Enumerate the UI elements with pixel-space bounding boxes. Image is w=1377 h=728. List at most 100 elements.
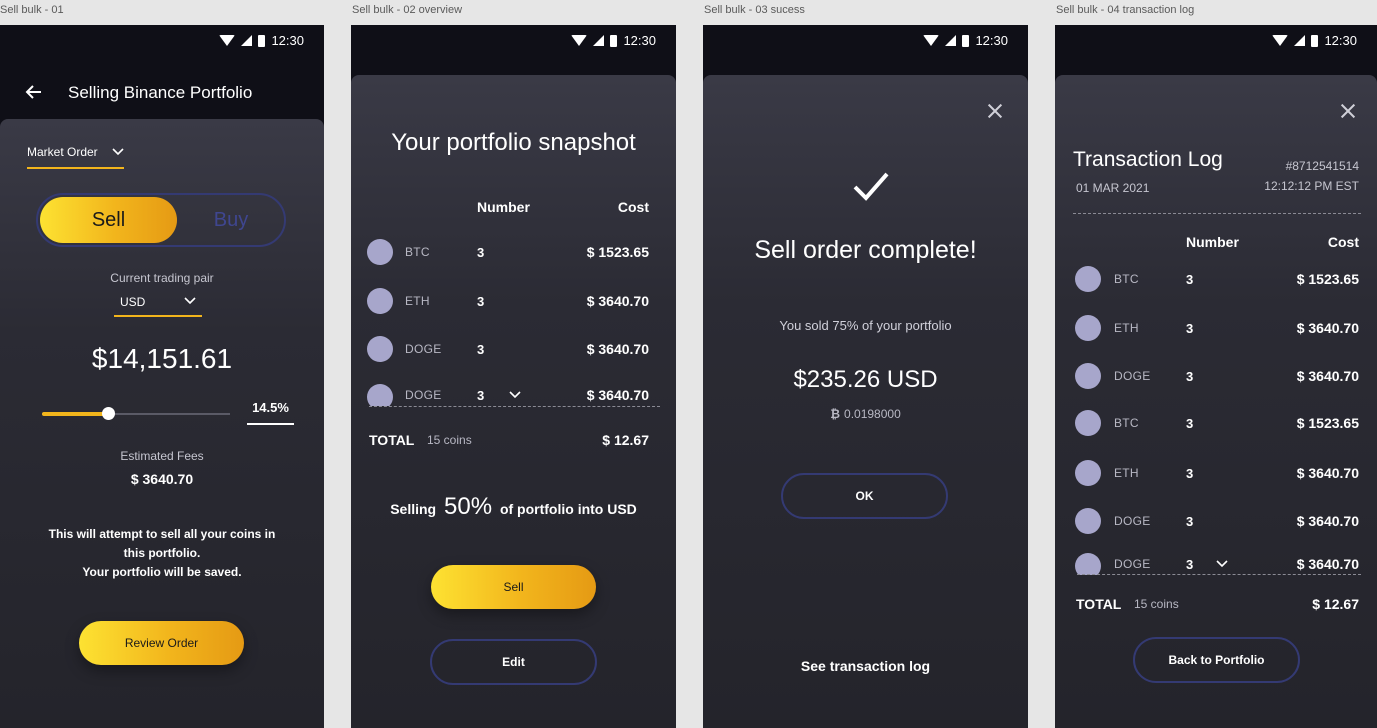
coin-symbol: DOGE [1114,514,1151,528]
list-item: DOGE 3 $ 3640.70 [1055,553,1377,575]
coin-cost: $ 3640.70 [586,293,649,309]
coin-symbol: DOGE [1114,557,1151,571]
close-icon[interactable] [1341,104,1355,118]
coin-icon [367,384,393,406]
edit-button[interactable]: Edit [430,639,597,685]
coin-symbol: BTC [405,245,430,259]
frame-label-4: Sell bulk - 04 transaction log [1056,4,1195,16]
coin-icon [1075,553,1101,575]
total-label: TOTAL [369,432,415,448]
list-item: BTC 3 $ 1523.65 [1055,410,1377,436]
chevron-down-icon[interactable] [509,391,521,399]
coin-cost: $ 3640.70 [1296,465,1359,481]
buy-toggle-button[interactable]: Buy [178,197,284,243]
selling-prefix: Selling [390,501,437,517]
battery-icon [258,34,266,47]
list-item: ETH 3 $ 3640.70 [1055,315,1377,341]
total-coins: 15 coins [427,433,472,447]
sold-text: You sold 75% of your portfolio [779,318,952,333]
signal-icon [1294,35,1306,46]
wifi-icon [923,35,940,46]
coin-number: 3 [1186,368,1194,384]
selling-suffix: of portfolio into USD [499,501,637,517]
coin-symbol: BTC [1114,272,1139,286]
frame-label-3: Sell bulk - 03 sucess [704,4,805,16]
signal-icon [241,35,253,46]
total-label: TOTAL [1076,596,1122,612]
order-type-dropdown[interactable]: Market Order [27,143,124,169]
fees-value: $ 3640.70 [130,471,194,487]
sell-amount: $14,151.61 [91,343,233,374]
sell-button[interactable]: Sell [431,565,596,609]
percent-slider[interactable] [42,407,230,421]
checkmark-icon [853,172,889,201]
review-order-button[interactable]: Review Order [79,621,244,665]
coin-icon [1075,363,1101,389]
chevron-down-icon[interactable] [1216,560,1228,568]
warning-text: This will attempt to sell all your coins… [0,525,324,582]
selling-percent: 50% [444,493,493,520]
trading-pair-value: USD [120,295,146,309]
page-title: Your portfolio snapshot [391,129,636,156]
success-sheet: Sell order complete! You sold 75% of you… [703,75,1028,728]
coin-symbol: DOGE [1114,369,1151,383]
status-time: 12:30 [975,33,1008,48]
trading-pair-dropdown[interactable]: USD [114,293,202,317]
warning-line-2: this portfolio. [123,546,201,560]
ok-button[interactable]: OK [781,473,948,519]
sell-toggle-label: Sell [91,208,126,231]
column-header-cost: Cost [617,199,649,215]
screen-sell-bulk-04: 12:30 Transaction Log #8712541514 01 MAR… [1055,25,1377,728]
status-bar: 12:30 [1272,33,1357,48]
screen-sell-bulk-02: 12:30 Your portfolio snapshot Number Cos… [351,25,676,728]
close-icon[interactable] [988,104,1002,118]
total-value: $ 12.67 [602,432,649,448]
coin-symbol: ETH [1114,321,1139,335]
signal-icon [945,35,957,46]
coin-icon [1075,410,1101,436]
back-to-portfolio-button[interactable]: Back to Portfolio [1133,637,1300,683]
page-title: Selling Binance Portfolio [68,83,253,102]
status-time: 12:30 [1324,33,1357,48]
chevron-down-icon [184,297,196,305]
coin-number: 3 [1186,415,1194,431]
btc-amount-line: ₿ 0.0198000 [703,407,1028,421]
column-header-number: Number [1186,234,1239,250]
column-header-number: Number [477,199,530,215]
screen-sell-bulk-03: 12:30 Sell order complete! You sold 75% … [703,25,1028,728]
chevron-down-icon [112,148,124,156]
list-item: DOGE 3 $ 3640.70 [1055,508,1377,534]
back-arrow-icon[interactable] [24,82,44,102]
coin-number: 3 [1186,556,1194,572]
page-title: Sell order complete! [754,236,977,264]
total-coins: 15 coins [1134,597,1179,611]
coin-symbol: ETH [1114,466,1139,480]
status-time: 12:30 [271,33,304,48]
list-item: DOGE 3 $ 3640.70 [1055,363,1377,389]
coin-symbol: DOGE [405,342,442,356]
status-bar: 12:30 [571,33,656,48]
column-header-cost: Cost [1327,234,1359,250]
warning-line-3: Your portfolio will be saved. [82,565,242,579]
buy-toggle-label: Buy [213,208,249,231]
wifi-icon [1272,35,1289,46]
coin-symbol: DOGE [405,388,442,402]
slider-handle[interactable] [101,407,115,420]
coin-symbol: BTC [1114,416,1139,430]
trading-pair-label: Current trading pair [110,271,214,285]
coin-cost: $ 1523.65 [1296,271,1359,287]
coin-icon [1075,315,1101,341]
coin-cost: $ 1523.65 [586,244,649,260]
sold-amount: $235.26 USD [793,366,938,393]
screen-sell-bulk-01: 12:30 Selling Binance Portfolio Market O… [0,25,324,728]
selling-summary: Selling 50% of portfolio into USD [351,493,676,521]
sell-toggle-button[interactable]: Sell [40,197,177,243]
order-type-value: Market Order [27,145,98,159]
coin-number: 3 [1186,465,1194,481]
slider-percent-field[interactable]: 14.5% [247,399,294,425]
list-item: BTC 3 $ 1523.65 [351,239,676,265]
list-divider [369,406,660,407]
coin-number: 3 [1186,271,1194,287]
transaction-log-link[interactable]: See transaction log [703,658,1028,674]
coin-number: 3 [477,341,485,357]
